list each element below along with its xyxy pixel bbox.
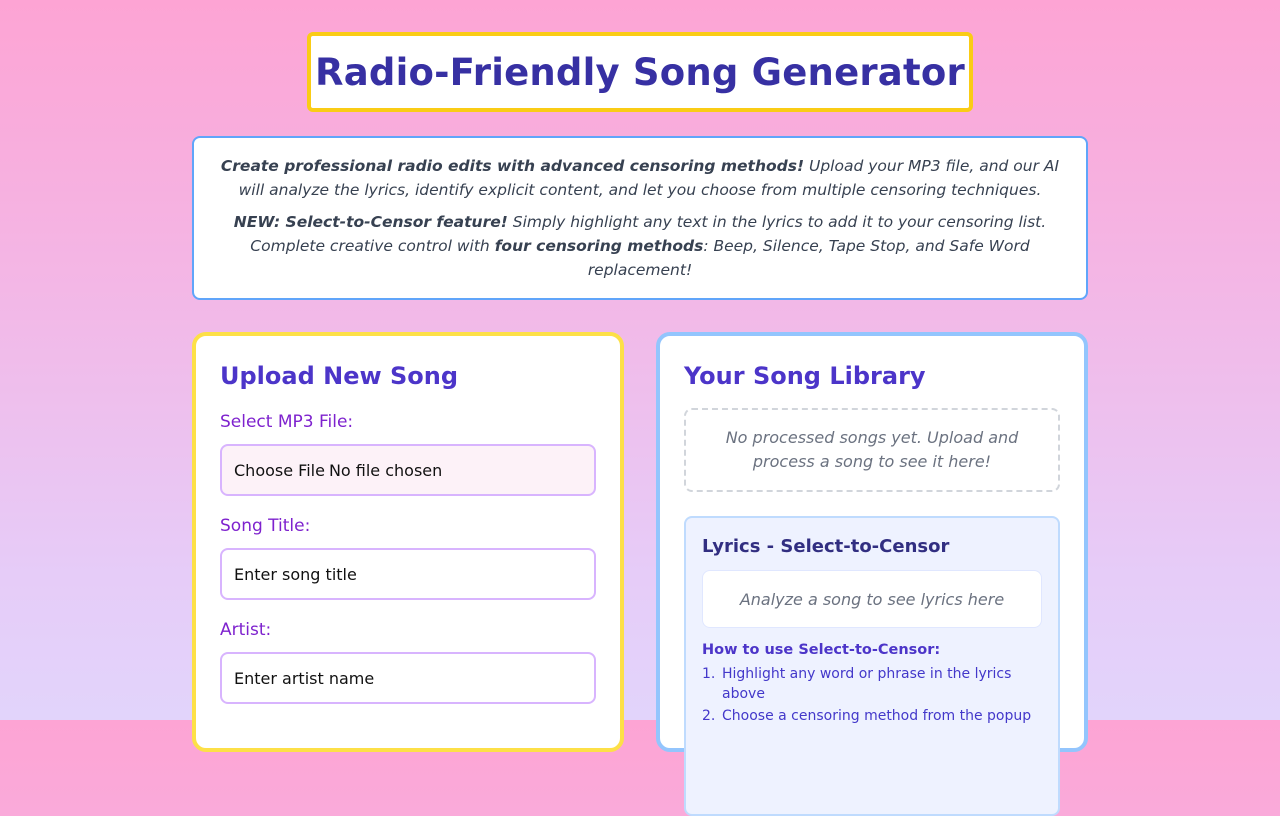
intro-box: Create professional radio edits with adv… (192, 136, 1088, 300)
file-label: Select MP3 File: (220, 412, 354, 432)
title-label: Song Title: (220, 516, 311, 536)
new-feature-label: NEW: Select-to-Censor feature! (233, 213, 508, 231)
library-panel: Your Song Library No processed songs yet… (656, 332, 1088, 816)
choose-file-button[interactable]: Choose File (234, 461, 325, 480)
song-title-placeholder: Enter song title (234, 564, 357, 584)
upload-panel: Upload New Song Select MP3 File: Choose … (192, 332, 624, 752)
artist-placeholder: Enter artist name (234, 668, 375, 688)
lyrics-heading: Lyrics - Select-to-Censor (702, 536, 950, 557)
lyrics-placeholder: Analyze a song to see lyrics here (739, 589, 1005, 609)
howto-steps: 1. Highlight any word or phrase in the l… (702, 664, 1042, 728)
list-item: 2. Choose a censoring method from the po… (702, 706, 1042, 726)
song-title-input[interactable]: Enter song title (220, 548, 596, 600)
page-title-box: Radio-Friendly Song Generator (307, 32, 973, 112)
lyrics-panel: Lyrics - Select-to-Censor Analyze a song… (684, 516, 1060, 816)
howto-title: How to use Select-to-Censor: (702, 642, 941, 658)
lyrics-display[interactable]: Analyze a song to see lyrics here (702, 570, 1042, 628)
step-number: 2. (702, 708, 716, 724)
step-number: 1. (702, 666, 716, 682)
list-item: 1. Highlight any word or phrase in the l… (702, 664, 1042, 704)
intro-paragraph-1: Create professional radio edits with adv… (214, 154, 1066, 202)
library-heading: Your Song Library (684, 362, 926, 390)
empty-library-message: No processed songs yet. Upload and proce… (684, 408, 1060, 492)
upload-heading: Upload New Song (220, 362, 459, 390)
file-status: No file chosen (328, 460, 443, 480)
intro-paragraph-2: NEW: Select-to-Censor feature! Simply hi… (214, 210, 1066, 282)
intro-highlight: Create professional radio edits with adv… (220, 157, 805, 175)
page-title: Radio-Friendly Song Generator (315, 50, 965, 94)
step-text: Highlight any word or phrase in the lyri… (722, 666, 1012, 702)
methods-highlight: four censoring methods (494, 237, 704, 255)
artist-input[interactable]: Enter artist name (220, 652, 596, 704)
mp3-file-input[interactable]: Choose File No file chosen (220, 444, 596, 496)
artist-label: Artist: (220, 620, 272, 640)
step-text: Choose a censoring method from the popup (722, 708, 1032, 724)
